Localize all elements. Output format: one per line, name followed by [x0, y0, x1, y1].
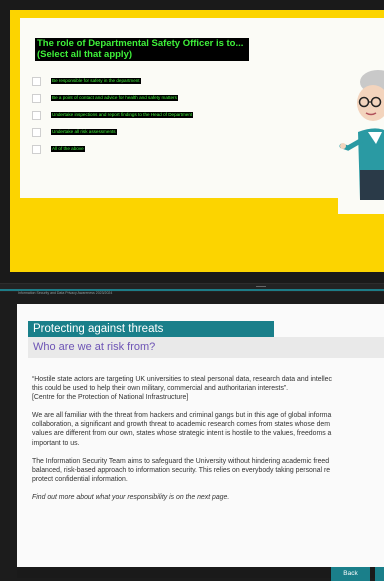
option-checkbox[interactable]: [32, 127, 41, 137]
option-checkbox[interactable]: [32, 76, 41, 86]
section-title: Protecting against threats: [28, 321, 274, 337]
presenter-illustration: [339, 70, 384, 200]
option-label: Undertake all risk assessments: [51, 129, 117, 135]
text-line: [Centre for the Protection of National I…: [32, 394, 189, 402]
question-line-2: (Select all that apply): [37, 48, 133, 60]
progress-handle[interactable]: [256, 286, 266, 287]
body-text: “Hostile state actors are targeting UK u…: [32, 375, 384, 511]
option-row[interactable]: Be responsible for safety in the departm…: [32, 76, 141, 86]
navigation-bar: [17, 567, 384, 578]
quiz-card: The role of Departmental Safety Officer …: [20, 18, 384, 214]
option-row[interactable]: Be a point of contact and advice for hea…: [32, 93, 178, 103]
option-row[interactable]: All of the above: [32, 144, 85, 154]
quote-paragraph: “Hostile state actors are targeting UK u…: [32, 375, 384, 402]
option-row[interactable]: Undertake all risk assessments: [32, 127, 117, 137]
text-line: this could be used to help their own mil…: [32, 385, 289, 393]
text-line: important to us.: [32, 439, 80, 447]
card-tab: [338, 198, 384, 214]
option-checkbox[interactable]: [32, 144, 41, 154]
content-panel: Protecting against threats Who are we at…: [17, 304, 384, 567]
text-line: We are all familiar with the threat from…: [32, 412, 332, 420]
team-paragraph: The Information Security Team aims to sa…: [32, 457, 384, 484]
option-label: Be responsible for safety in the departm…: [51, 78, 141, 84]
option-checkbox[interactable]: [32, 93, 41, 103]
question-text: The role of Departmental Safety Officer …: [35, 38, 249, 61]
next-page-hint: Find out more about what your responsibi…: [32, 493, 230, 501]
text-line: collaboration, a significant and growth …: [32, 421, 330, 429]
section-subtitle: Who are we at risk from?: [28, 337, 384, 358]
text-line: values are different from our own, state…: [32, 430, 332, 438]
threat-paragraph: We are all familiar with the threat from…: [32, 411, 384, 447]
option-row[interactable]: Undertake inspections and report finding…: [32, 110, 194, 120]
text-line: balanced, risk-based approach to informa…: [32, 466, 331, 474]
option-label: Undertake inspections and report finding…: [51, 112, 194, 118]
quiz-slide-frame: The role of Departmental Safety Officer …: [0, 0, 384, 283]
option-label: Be a point of contact and advice for hea…: [51, 95, 178, 101]
option-label: All of the above: [51, 146, 85, 152]
text-line: protect confidential information.: [32, 475, 128, 483]
question-line-1: The role of Departmental Safety Officer …: [37, 38, 244, 49]
option-checkbox[interactable]: [32, 110, 41, 120]
course-footer-note: Information Security and Data Privacy Aw…: [18, 291, 113, 295]
text-line: The Information Security Team aims to sa…: [32, 457, 330, 465]
text-line: “Hostile state actors are targeting UK u…: [32, 376, 332, 383]
next-button[interactable]: [375, 567, 384, 581]
back-button[interactable]: Back: [331, 567, 370, 581]
